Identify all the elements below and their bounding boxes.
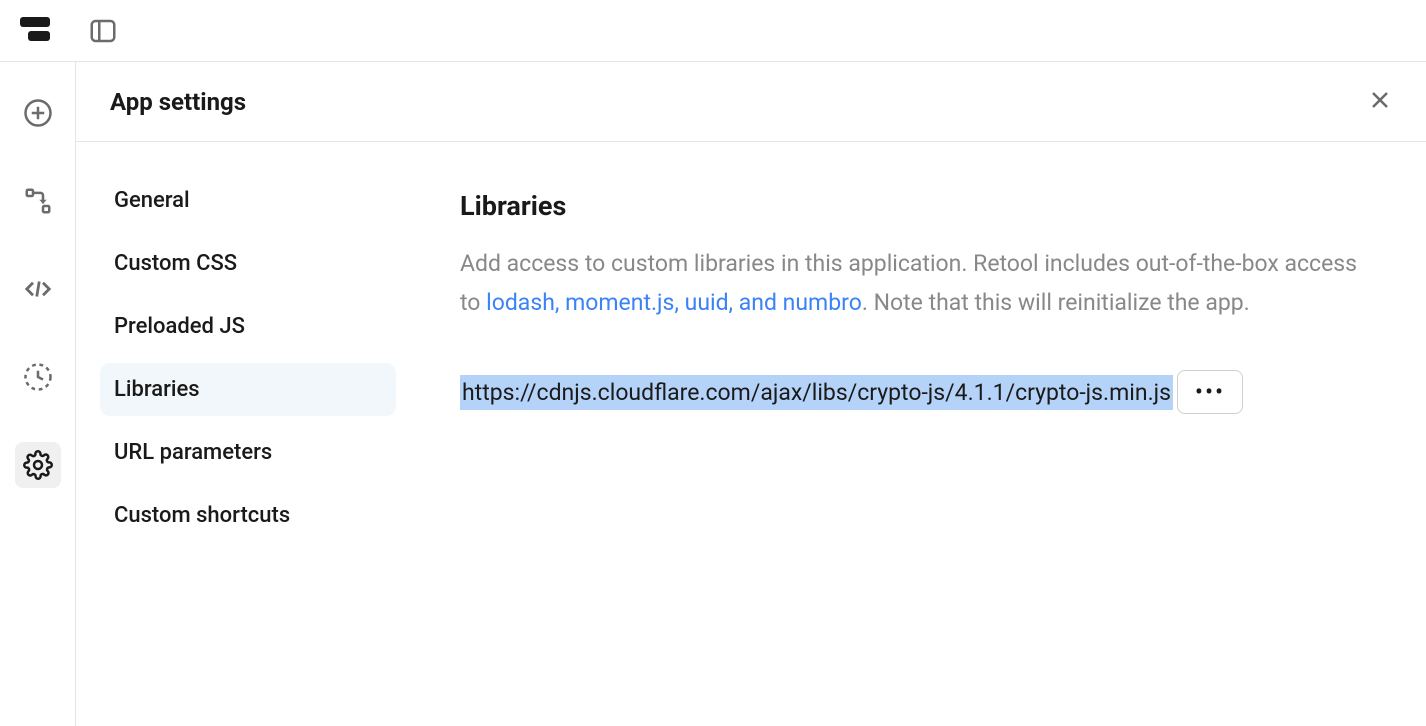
add-button[interactable] (15, 90, 61, 136)
nav-item-custom-css[interactable]: Custom CSS (100, 237, 396, 290)
icon-rail (0, 62, 76, 726)
desc-text-after: . Note that this will reinitialize the a… (862, 289, 1250, 316)
close-icon[interactable] (1368, 88, 1392, 116)
library-url-input[interactable]: https://cdnjs.cloudflare.com/ajax/libs/c… (460, 375, 1173, 410)
topbar (0, 0, 1426, 62)
content-heading: Libraries (460, 190, 1366, 222)
nav-item-general[interactable]: General (100, 174, 396, 227)
settings-nav: General Custom CSS Preloaded JS Librarie… (76, 174, 420, 726)
settings-header: App settings (76, 62, 1426, 142)
nav-item-libraries[interactable]: Libraries (100, 363, 396, 416)
ellipsis-icon: ••• (1195, 378, 1225, 406)
nav-item-url-parameters[interactable]: URL parameters (100, 426, 396, 479)
page-title: App settings (110, 88, 246, 116)
library-row: https://cdnjs.cloudflare.com/ajax/libs/c… (460, 370, 1366, 414)
history-icon[interactable] (15, 354, 61, 400)
settings-content: Libraries Add access to custom libraries… (420, 174, 1426, 726)
code-icon[interactable] (15, 266, 61, 312)
builtin-libraries-link[interactable]: lodash, moment.js, uuid, and numbro (486, 289, 862, 316)
content-description: Add access to custom libraries in this a… (460, 244, 1360, 322)
component-tree-icon[interactable] (15, 178, 61, 224)
settings-gear-icon[interactable] (15, 442, 61, 488)
app-logo-icon[interactable] (20, 17, 50, 45)
nav-item-custom-shortcuts[interactable]: Custom shortcuts (100, 489, 396, 542)
panel-toggle-icon[interactable] (88, 16, 118, 46)
nav-item-preloaded-js[interactable]: Preloaded JS (100, 300, 396, 353)
more-options-button[interactable]: ••• (1177, 370, 1243, 414)
